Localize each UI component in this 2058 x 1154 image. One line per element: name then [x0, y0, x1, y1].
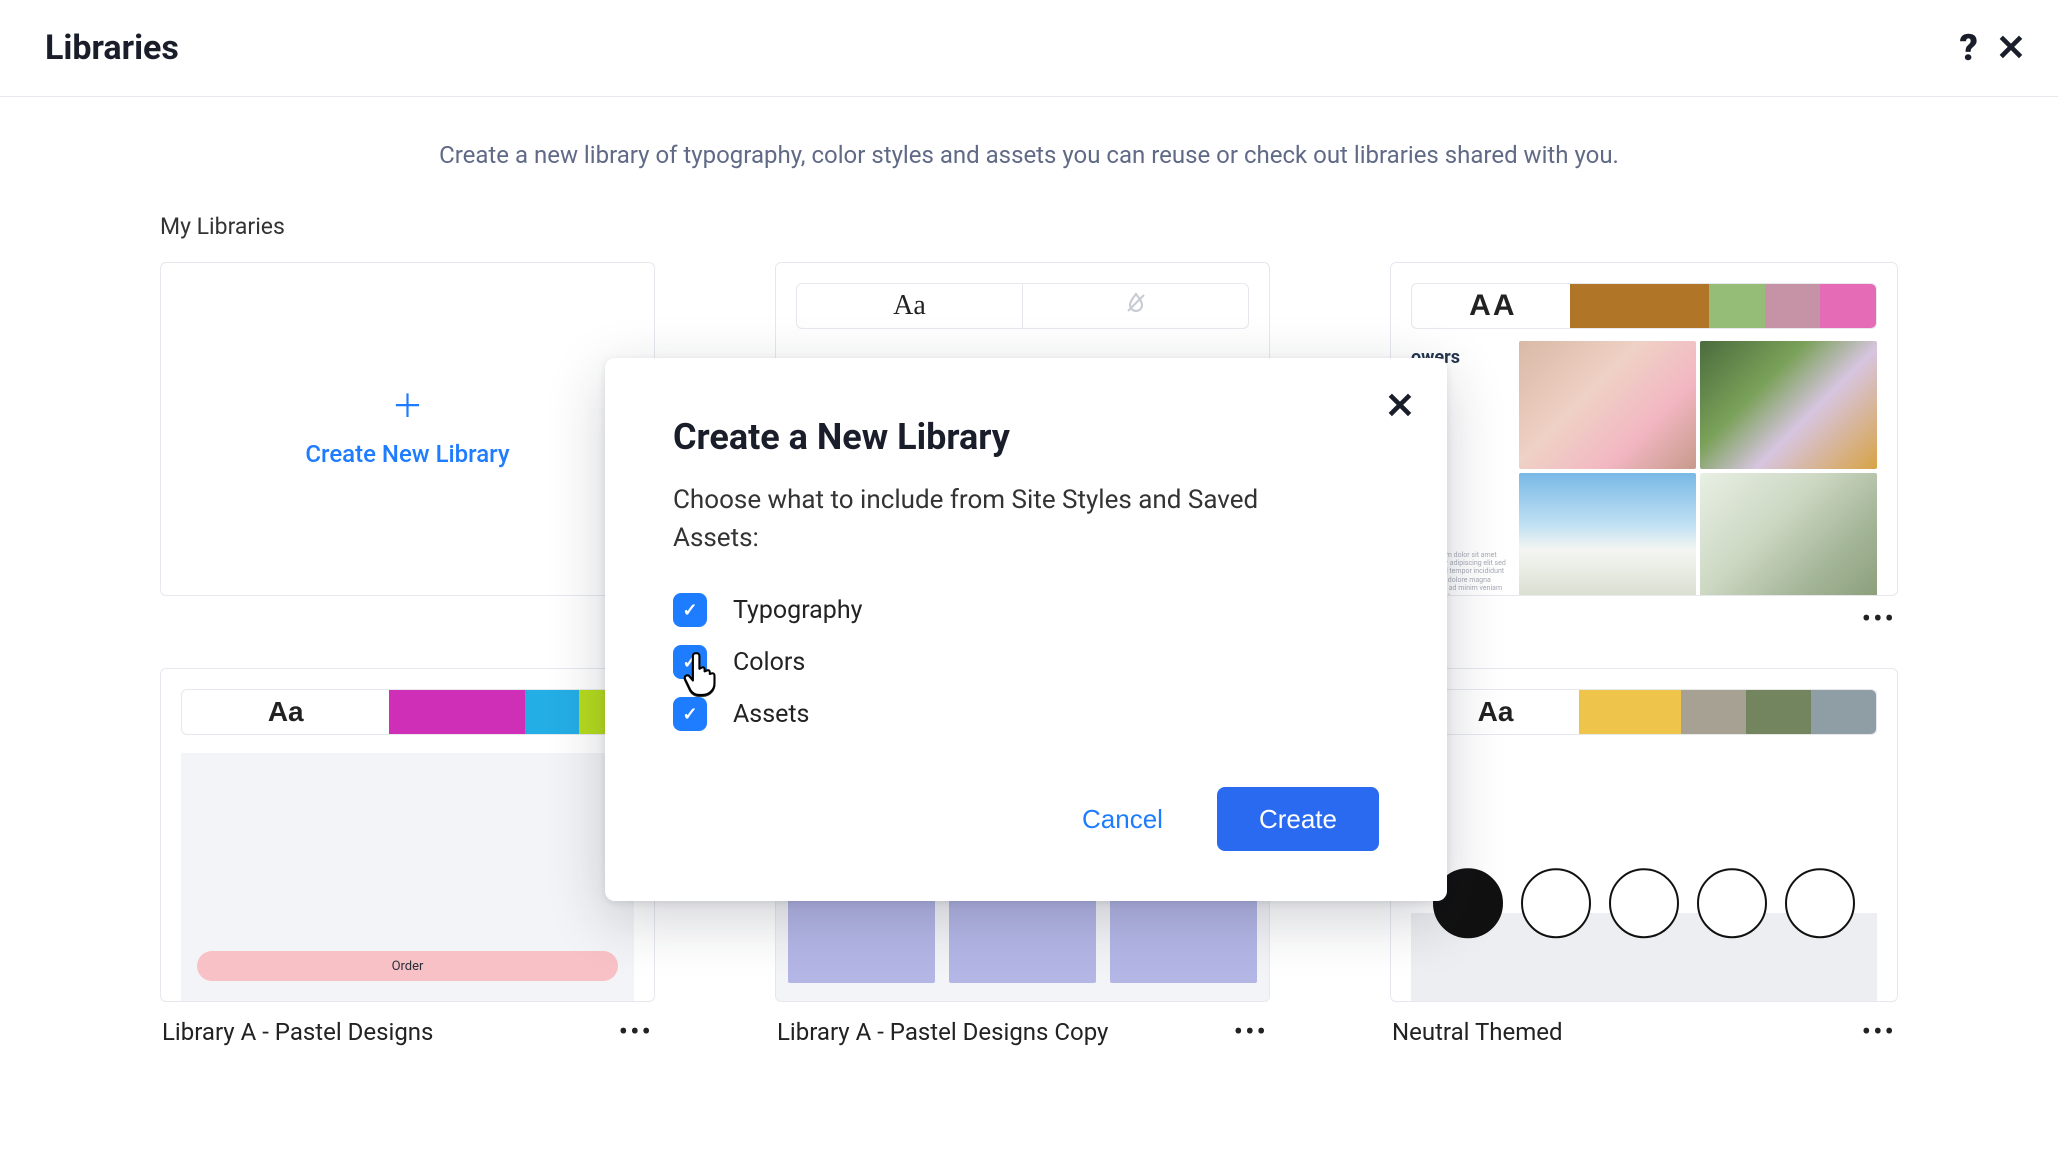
preview-photo [1519, 341, 1696, 469]
library-footer: Library A - Pastel Designs ••• [160, 1018, 655, 1046]
header-actions: ? ✕ [1959, 30, 2026, 66]
page-header: Libraries ? ✕ [0, 0, 2058, 97]
checkbox-typography[interactable]: ✓ [673, 593, 707, 627]
section-my-libraries: My Libraries [160, 213, 1898, 240]
preview-circle [1609, 868, 1679, 938]
more-menu-icon[interactable]: ••• [1234, 1025, 1268, 1039]
aa-icon: Aa [1478, 696, 1514, 728]
plus-icon: ＋ [391, 390, 423, 422]
checkbox-assets[interactable]: ✓ [673, 697, 707, 731]
library-footer: Neutral Themed ••• [1390, 1018, 1898, 1046]
color-swatch [1765, 284, 1821, 328]
preview-circle [1521, 868, 1591, 938]
more-menu-icon[interactable]: ••• [1862, 612, 1896, 626]
color-swatch [1579, 690, 1681, 734]
library-preview: Aa [1390, 668, 1898, 1002]
aa-icon: A A [1469, 289, 1512, 323]
preview-photo-grid [1519, 341, 1877, 596]
option-assets: ✓ Assets [673, 697, 1379, 731]
more-menu-icon[interactable]: ••• [1862, 1025, 1896, 1039]
create-button[interactable]: Create [1217, 787, 1379, 851]
type-color-strip: Aa [181, 689, 634, 735]
library-name: Neutral Themed [1392, 1018, 1563, 1046]
preview-button: Order [197, 951, 618, 981]
create-library-modal: ✕ Create a New Library Choose what to in… [605, 358, 1447, 901]
checkbox-colors[interactable]: ✓ [673, 645, 707, 679]
library-card-pastel[interactable]: Aa Order Library A - Pastel Designs ••• [160, 668, 655, 1046]
color-swatch [525, 690, 579, 734]
option-label: Assets [733, 700, 809, 729]
library-card-florist[interactable]: A A owers es Lorem ipsum dolor sit amet … [1390, 262, 1898, 626]
create-new-library-card[interactable]: ＋ Create New Library [160, 262, 655, 596]
preview-circle [1785, 868, 1855, 938]
library-card-neutral[interactable]: Aa [1390, 668, 1898, 1046]
cancel-button[interactable]: Cancel [1076, 803, 1169, 836]
library-footer: Library A - Pastel Designs Copy ••• [775, 1018, 1270, 1046]
color-swatch [1746, 690, 1811, 734]
preview-circle [1697, 868, 1767, 938]
typography-chip: Aa [797, 284, 1022, 328]
preview-body: Order [181, 753, 634, 1002]
create-new-library-label: Create New Library [305, 440, 509, 468]
library-name: Library A - Pastel Designs [162, 1018, 433, 1046]
color-swatch [1681, 690, 1746, 734]
library-preview: Aa Order [160, 668, 655, 1002]
option-typography: ✓ Typography [673, 593, 1379, 627]
preview-body: owers es Lorem ipsum dolor sit amet cons… [1411, 341, 1877, 596]
help-icon[interactable]: ? [1959, 30, 1977, 66]
aa-icon: Aa [268, 696, 304, 728]
library-name: Library A - Pastel Designs Copy [777, 1018, 1108, 1046]
type-color-strip: Aa [1411, 689, 1877, 735]
more-menu-icon[interactable]: ••• [619, 1025, 653, 1039]
modal-actions: Cancel Create [673, 787, 1379, 851]
type-color-strip: Aa [796, 283, 1249, 329]
typography-chip: Aa [182, 690, 389, 734]
color-swatch [1570, 284, 1709, 328]
no-color-icon [1124, 291, 1148, 321]
option-label: Typography [733, 596, 862, 625]
modal-subtitle: Choose what to include from Site Styles … [673, 482, 1313, 557]
type-color-strip: A A [1411, 283, 1877, 329]
preview-circles [1411, 868, 1877, 938]
close-icon[interactable]: ✕ [1996, 30, 2026, 66]
modal-close-icon[interactable]: ✕ [1385, 388, 1415, 424]
color-swatch [1820, 284, 1876, 328]
page-title: Libraries [45, 28, 179, 68]
option-colors: ✓ Colors [673, 645, 1379, 679]
page-subtitle: Create a new library of typography, colo… [160, 141, 1898, 169]
color-swatch [389, 690, 524, 734]
aa-icon: Aa [893, 290, 926, 322]
preview-photo [1519, 473, 1696, 596]
library-footer: ••• [1390, 612, 1898, 626]
typography-chip: A A [1412, 284, 1570, 328]
color-swatch [1811, 690, 1876, 734]
color-swatch [1709, 284, 1765, 328]
option-label: Colors [733, 648, 805, 677]
no-color-chip [1023, 284, 1248, 328]
preview-body [1411, 753, 1877, 1002]
library-preview: A A owers es Lorem ipsum dolor sit amet … [1390, 262, 1898, 596]
preview-photo [1700, 341, 1877, 469]
modal-title: Create a New Library [673, 416, 1379, 458]
modal-options: ✓ Typography ✓ Colors ✓ Assets [673, 593, 1379, 731]
preview-photo [1700, 473, 1877, 596]
